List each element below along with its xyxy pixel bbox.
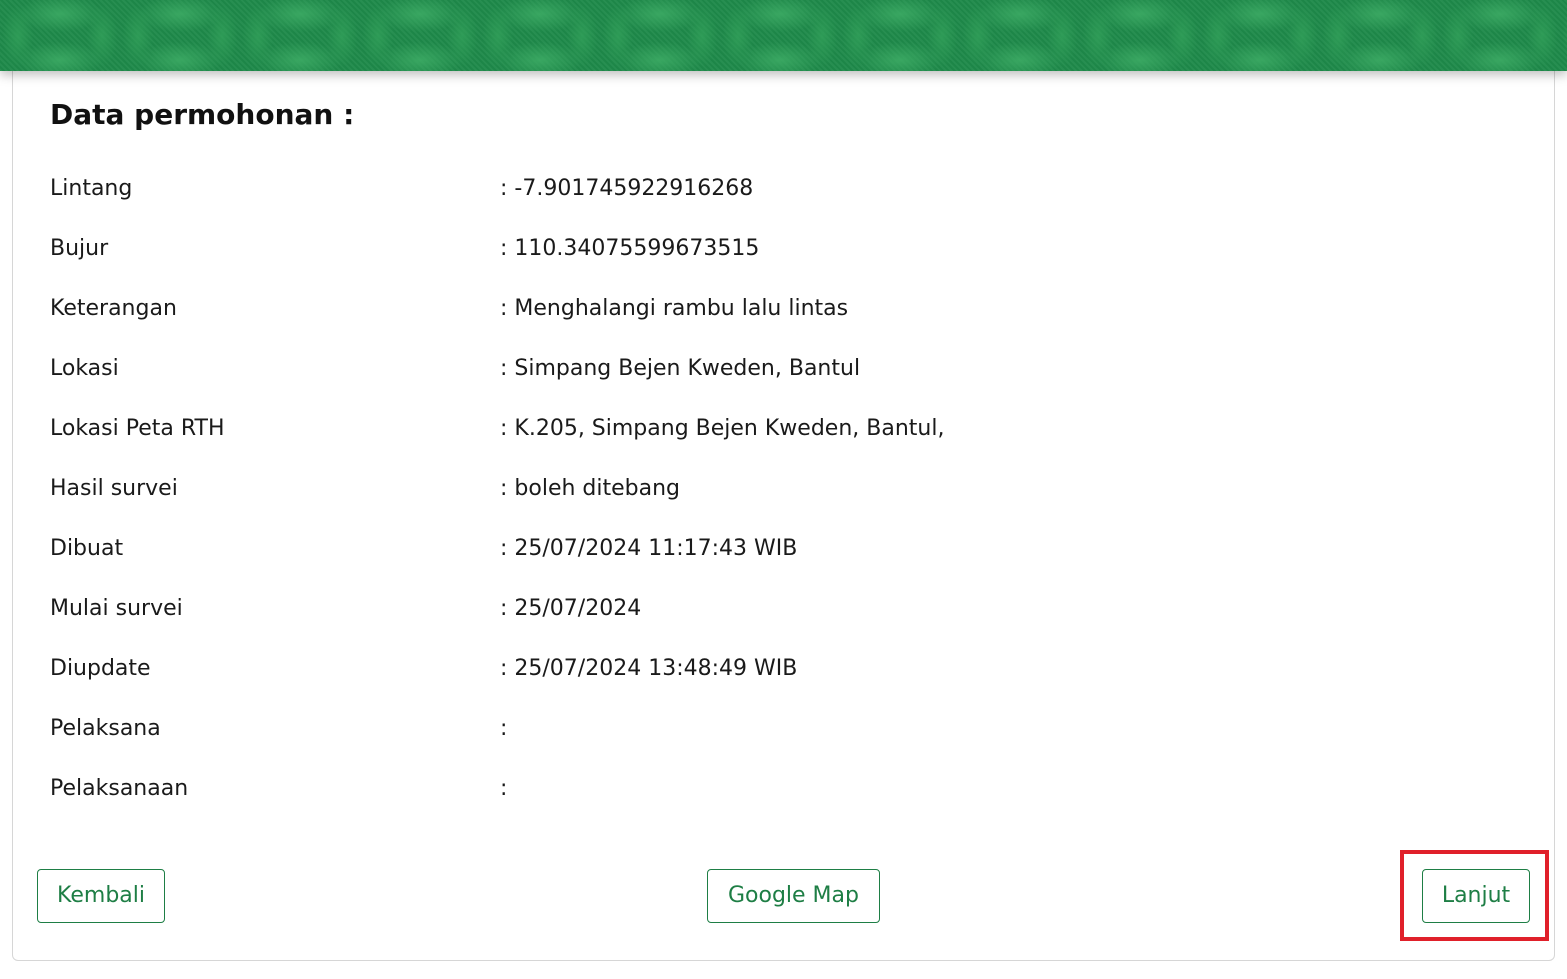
detail-label: Pelaksanaan (50, 776, 189, 801)
detail-value: : 25/07/2024 (500, 596, 642, 621)
google-map-button[interactable]: Google Map (707, 869, 880, 923)
detail-label: Dibuat (50, 536, 124, 561)
detail-row-diupdate: Diupdate : 25/07/2024 13:48:49 WIB (50, 640, 1450, 700)
detail-label: Diupdate (50, 656, 151, 681)
detail-label: Pelaksana (50, 716, 161, 741)
detail-label: Mulai survei (50, 596, 183, 621)
detail-row-dibuat: Dibuat : 25/07/2024 11:17:43 WIB (50, 520, 1450, 580)
section-title: Data permohonan : (50, 98, 355, 131)
detail-label: Keterangan (50, 296, 177, 321)
detail-label: Lokasi Peta RTH (50, 416, 225, 441)
detail-row-pelaksana: Pelaksana : (50, 700, 1450, 760)
detail-value: : (500, 716, 508, 741)
detail-value: : Menghalangi rambu lalu lintas (500, 296, 849, 321)
detail-value: : 110.34075599673515 (500, 236, 760, 261)
detail-value: : boleh ditebang (500, 476, 681, 501)
detail-row-bujur: Bujur : 110.34075599673515 (50, 220, 1450, 280)
detail-row-lintang: Lintang : -7.901745922916268 (50, 160, 1450, 220)
detail-value: : 25/07/2024 13:48:49 WIB (500, 656, 798, 681)
detail-row-hasil-survei: Hasil survei : boleh ditebang (50, 460, 1450, 520)
header-banner (0, 0, 1567, 71)
detail-row-keterangan: Keterangan : Menghalangi rambu lalu lint… (50, 280, 1450, 340)
detail-row-mulai-survei: Mulai survei : 25/07/2024 (50, 580, 1450, 640)
detail-list: Lintang : -7.901745922916268 Bujur : 110… (50, 160, 1450, 820)
detail-label: Hasil survei (50, 476, 178, 501)
detail-label: Lintang (50, 176, 133, 201)
detail-value: : Simpang Bejen Kweden, Bantul (500, 356, 861, 381)
detail-row-lokasi: Lokasi : Simpang Bejen Kweden, Bantul (50, 340, 1450, 400)
detail-value: : (500, 776, 508, 801)
detail-label: Bujur (50, 236, 109, 261)
next-button[interactable]: Lanjut (1422, 869, 1530, 923)
detail-value: : K.205, Simpang Bejen Kweden, Bantul, (500, 416, 945, 441)
detail-row-pelaksanaan: Pelaksanaan : (50, 760, 1450, 820)
detail-row-lokasi-peta-rth: Lokasi Peta RTH : K.205, Simpang Bejen K… (50, 400, 1450, 460)
detail-value: : 25/07/2024 11:17:43 WIB (500, 536, 798, 561)
back-button[interactable]: Kembali (37, 869, 165, 923)
detail-value: : -7.901745922916268 (500, 176, 754, 201)
detail-label: Lokasi (50, 356, 119, 381)
